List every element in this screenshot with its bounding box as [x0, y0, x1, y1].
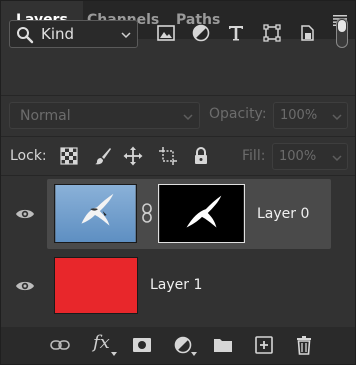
filter-toggle[interactable] [336, 18, 348, 48]
layer-name[interactable]: Layer 1 [150, 277, 202, 293]
adjustment-dropdown-indicator [191, 352, 197, 356]
add-mask-icon[interactable] [131, 335, 153, 355]
fill-field[interactable]: 100% [272, 143, 348, 170]
mask-link-icon[interactable] [141, 203, 153, 223]
layer-1-thumbnail [54, 257, 138, 314]
fx-dropdown-indicator [111, 352, 117, 356]
filter-kind-label: Kind [41, 25, 75, 43]
delete-icon[interactable] [293, 335, 315, 355]
chevron-down-icon [183, 114, 193, 121]
lock-all-icon[interactable] [191, 146, 211, 166]
divider [1, 175, 355, 176]
image-filter-icon[interactable] [156, 23, 176, 43]
lock-transparent-pixels-icon[interactable] [59, 146, 79, 166]
fx-icon[interactable]: fx [93, 332, 110, 353]
filter-toggle-knob [338, 20, 346, 32]
layer-row-layer-0[interactable]: Layer 0 [1, 179, 355, 249]
lock-artboard-icon[interactable] [158, 146, 178, 166]
opacity-label: Opacity: [209, 106, 267, 122]
opacity-value: 100% [280, 108, 318, 123]
layers-panel: Layers Channels Paths Kind [0, 0, 356, 365]
visibility-eye-icon[interactable] [15, 207, 35, 221]
layer-0-thumbnail [54, 184, 137, 243]
type-filter-icon[interactable] [226, 23, 246, 43]
fill-label: Fill: [242, 148, 266, 164]
layer-0-mask-thumbnail[interactable] [158, 184, 245, 243]
blend-mode-value: Normal [20, 108, 71, 124]
new-layer-icon[interactable] [253, 335, 275, 355]
lock-label: Lock: [10, 148, 47, 164]
group-folder-icon[interactable] [212, 335, 234, 355]
shape-filter-icon[interactable] [262, 23, 282, 43]
chevron-down-icon [332, 114, 342, 121]
layer-name[interactable]: Layer 0 [257, 206, 309, 222]
fill-value: 100% [279, 149, 317, 164]
chevron-down-icon [121, 32, 131, 39]
search-icon [17, 27, 34, 44]
lock-image-pixels-icon[interactable] [93, 146, 113, 166]
smart-object-filter-icon[interactable] [297, 23, 317, 43]
visibility-eye-icon[interactable] [15, 279, 35, 293]
chevron-down-icon [332, 155, 342, 162]
panel-footer: fx [1, 327, 355, 364]
divider [1, 136, 355, 137]
blend-mode-dropdown[interactable]: Normal [9, 102, 200, 129]
layer-row-layer-1[interactable]: Layer 1 [1, 250, 355, 320]
opacity-field[interactable]: 100% [273, 102, 348, 129]
divider [1, 95, 355, 96]
filter-kind-dropdown[interactable]: Kind [9, 20, 138, 48]
link-layers-icon[interactable] [49, 335, 71, 355]
adjustment-filter-icon[interactable] [191, 23, 211, 43]
lock-position-icon[interactable] [123, 146, 143, 166]
